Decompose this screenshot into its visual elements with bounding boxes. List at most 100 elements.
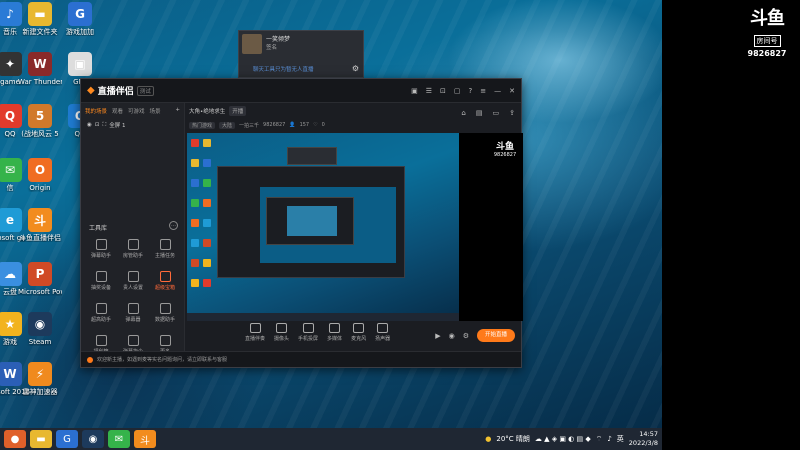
app-logo: ◆ 直播伴侣 测试	[87, 84, 154, 97]
popup-subtitle: 签名	[266, 45, 278, 51]
start-live-button[interactable]: 开始直播	[477, 329, 515, 342]
tools-title: 工具库	[89, 225, 108, 232]
gpp-icon: ▣	[68, 52, 92, 76]
tool-item[interactable]: 抽奖设备	[85, 271, 117, 291]
tool-label: 数据助手	[154, 317, 175, 323]
weather-text[interactable]: 20°C 晴朗	[496, 434, 530, 444]
desktop-icon[interactable]: ◉ Steam	[18, 312, 62, 346]
wifi-icon[interactable]: ⌔	[596, 435, 603, 444]
bottom-tool[interactable]: 麦克风	[351, 323, 366, 342]
popup-link[interactable]: 聊天工具只为暂无人直播	[253, 65, 314, 73]
preview-nested-2	[287, 206, 337, 236]
desktop-icon[interactable]: O Origin	[18, 158, 62, 192]
desktop-icon[interactable]: 斗斗鱼直播伴侣	[18, 208, 62, 242]
steam-taskbar-icon[interactable]: ◉	[82, 430, 104, 448]
status-bar: 欢迎新主播，如遇到麦等实名问题询问，请立即联系与客服	[81, 351, 521, 367]
window-icon[interactable]: ▢	[454, 87, 461, 95]
room-logo: 斗鱼 房间号 9826827	[744, 10, 790, 59]
stream-preview[interactable]: 斗鱼 9826827	[187, 133, 523, 321]
desktop-icon[interactable]: ▬ 新建文件夹	[18, 2, 62, 36]
media-icon	[329, 323, 341, 333]
bottom-tool[interactable]: 多媒体	[327, 323, 342, 342]
host-name: 一拍三千	[239, 122, 260, 129]
tab-watch[interactable]: 观看	[112, 107, 123, 115]
music-accompany-icon	[249, 323, 261, 333]
powerpoint-icon: P	[28, 262, 52, 286]
desktop-icon[interactable]: W War Thunder	[18, 52, 62, 86]
menu-icon[interactable]: ≡	[480, 87, 486, 95]
bottom-tool[interactable]: 扬声器	[375, 323, 390, 342]
preview-desktop-icon	[191, 239, 199, 247]
volume-icon[interactable]: ♪	[607, 435, 611, 443]
desktop-icon-label: Steam	[28, 338, 52, 346]
tool-item[interactable]: 贵人设置	[117, 271, 149, 291]
scene-panel: 我的场景 观看 可游戏 场景 + ◉ ⊡ ⛶ 全屏 1 工具库 … 弹幕助手 房管…	[81, 103, 185, 355]
explorer-icon[interactable]: ▬	[30, 430, 52, 448]
desktop-icon[interactable]: 5 (战地风云 5	[18, 104, 62, 138]
eye-icon[interactable]: ◉	[87, 122, 92, 128]
tray-icons[interactable]: ☁ ▲ ◈ ▣ ◐ ▤ ◆	[535, 435, 591, 443]
bottom-tool[interactable]: 摄像头	[274, 323, 289, 342]
record-icon[interactable]: ▭	[493, 109, 500, 117]
minimize-icon[interactable]: —	[494, 87, 501, 95]
folder-icon: ▬	[28, 2, 52, 26]
tool-label: 抽奖设备	[90, 285, 111, 291]
tool-item[interactable]: 主播任务	[149, 239, 181, 259]
scene-item[interactable]: ◉ ⊡ ⛶ 全屏 1	[81, 119, 184, 131]
close-icon[interactable]: ✕	[509, 87, 515, 95]
room-chip[interactable]: 开播	[229, 106, 247, 116]
desktop-icon[interactable]: G 游戏加加	[58, 2, 102, 36]
share-icon[interactable]: ⇪	[509, 109, 515, 117]
preview-desktop-icon	[191, 199, 199, 207]
tab-my-scenes[interactable]: 我的场景	[85, 107, 107, 115]
preview-desktop-icon	[191, 159, 199, 167]
tab-scene[interactable]: 场景	[150, 107, 161, 115]
record-button-icon[interactable]: ▶	[435, 332, 440, 340]
lock-icon[interactable]: ⊡	[440, 87, 446, 95]
preview-desktop-icon	[203, 219, 211, 227]
follower-count: 0	[321, 122, 325, 128]
preview-window	[217, 166, 405, 278]
lottery-icon	[95, 271, 107, 282]
user-avatar-icon[interactable]: ▣	[411, 87, 418, 95]
add-scene-icon[interactable]: +	[175, 107, 180, 115]
tool-item[interactable]: 超级宝箱	[149, 271, 181, 291]
tool-item[interactable]: 房管助手	[117, 239, 149, 259]
visibility-icon[interactable]: ◉	[449, 332, 455, 340]
settings-gear-icon[interactable]: ⚙	[463, 332, 469, 340]
clock[interactable]: 14:57 2022/3/8	[629, 430, 658, 448]
preview-logo: 斗鱼 9826827	[493, 139, 517, 158]
sub-category[interactable]: 大陆	[219, 121, 236, 129]
preview-popup	[287, 147, 337, 165]
weather-icon: ●	[485, 435, 492, 443]
desktop-icon[interactable]: P Microsoft PowerPoi...	[18, 262, 62, 296]
lock-icon[interactable]: ⊡	[95, 122, 100, 128]
preview-logo-mark: 斗鱼	[495, 142, 514, 152]
bottom-tool[interactable]: 手机投屏	[298, 323, 318, 342]
tool-item[interactable]: 弹幕器	[117, 303, 149, 323]
more-icon[interactable]: …	[169, 221, 178, 230]
douyu-taskbar-icon[interactable]: 斗	[134, 430, 156, 448]
tool-item[interactable]: 弹幕助手	[85, 239, 117, 259]
tab-games[interactable]: 可游戏	[128, 107, 145, 115]
gear-icon[interactable]: ⚙	[352, 64, 359, 73]
tool-item[interactable]: 超高助手	[85, 303, 117, 323]
shop-icon[interactable]: ⌂	[461, 109, 465, 117]
mini-stream-popup[interactable]: 一笑倾梦 签名 聊天工具只为暂无人直播 ⚙	[238, 30, 364, 78]
help-icon[interactable]: ?	[469, 87, 473, 95]
tool-item[interactable]: 数据助手	[149, 303, 181, 323]
clock-time: 14:57	[639, 430, 658, 438]
desktop-icon[interactable]: ⚡ 雷神加速器	[18, 362, 62, 396]
bottom-tool[interactable]: 直播伴奏	[245, 323, 265, 342]
gift-icon[interactable]: ▤	[476, 109, 483, 117]
ime-indicator[interactable]: 英	[617, 434, 624, 444]
desktop-icon-label: War Thunder	[18, 78, 62, 86]
start-icon[interactable]: ●	[4, 430, 26, 448]
category[interactable]: 热门游戏	[189, 121, 216, 129]
room-title[interactable]: 大角•绝地求生	[189, 107, 225, 115]
game-plus-taskbar-icon[interactable]: G	[56, 430, 78, 448]
chat-taskbar-icon[interactable]: ✉	[108, 430, 130, 448]
preview-taskbar	[187, 313, 459, 321]
settings-icon[interactable]: ☰	[426, 87, 432, 95]
douyu-companion-icon: 斗	[28, 208, 52, 232]
